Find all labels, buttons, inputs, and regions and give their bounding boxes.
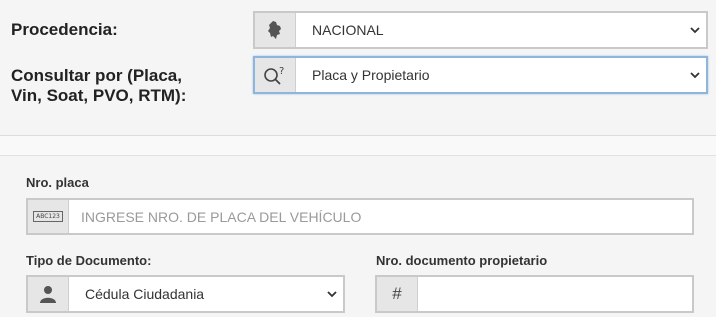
- nro-doc-label: Nro. documento propietario: [376, 253, 548, 268]
- colombia-map-icon: [255, 13, 296, 47]
- placa-label: Nro. placa: [26, 175, 89, 190]
- tipo-doc-value: Cédula Ciudadania: [85, 286, 205, 302]
- consultar-select[interactable]: ? Placa y Propietario: [253, 56, 708, 94]
- hash-icon: #: [377, 277, 418, 311]
- placa-placeholder: INGRESE NRO. DE PLACA DEL VEHÍCULO: [81, 208, 362, 225]
- search-question-icon: ?: [255, 58, 296, 92]
- consultar-label-line2: Vin, Soat, PVO, RTM):: [11, 86, 187, 105]
- consultar-value: Placa y Propietario: [312, 67, 430, 83]
- chevron-down-icon: [684, 58, 706, 92]
- placa-input[interactable]: ABC123 INGRESE NRO. DE PLACA DEL VEHÍCUL…: [26, 198, 694, 235]
- nro-doc-value: [418, 277, 692, 311]
- license-plate-icon: ABC123: [28, 200, 69, 233]
- plate-text: ABC123: [33, 211, 63, 222]
- consultar-label: Consultar por (Placa, Vin, Soat, PVO, RT…: [11, 66, 186, 106]
- chevron-down-icon: [321, 277, 343, 311]
- tipo-doc-label: Tipo de Documento:: [26, 253, 152, 268]
- nro-doc-input[interactable]: #: [375, 275, 694, 313]
- procedencia-label: Procedencia:: [11, 20, 118, 39]
- section-band: [0, 136, 716, 156]
- chevron-down-icon: [684, 13, 706, 47]
- svg-text:?: ?: [279, 66, 284, 77]
- consultar-label-line1: Consultar por (Placa,: [11, 66, 182, 85]
- tipo-doc-select[interactable]: Cédula Ciudadania: [26, 275, 345, 313]
- person-icon: [28, 277, 69, 311]
- procedencia-value: NACIONAL: [312, 22, 384, 38]
- procedencia-select[interactable]: NACIONAL: [253, 11, 708, 49]
